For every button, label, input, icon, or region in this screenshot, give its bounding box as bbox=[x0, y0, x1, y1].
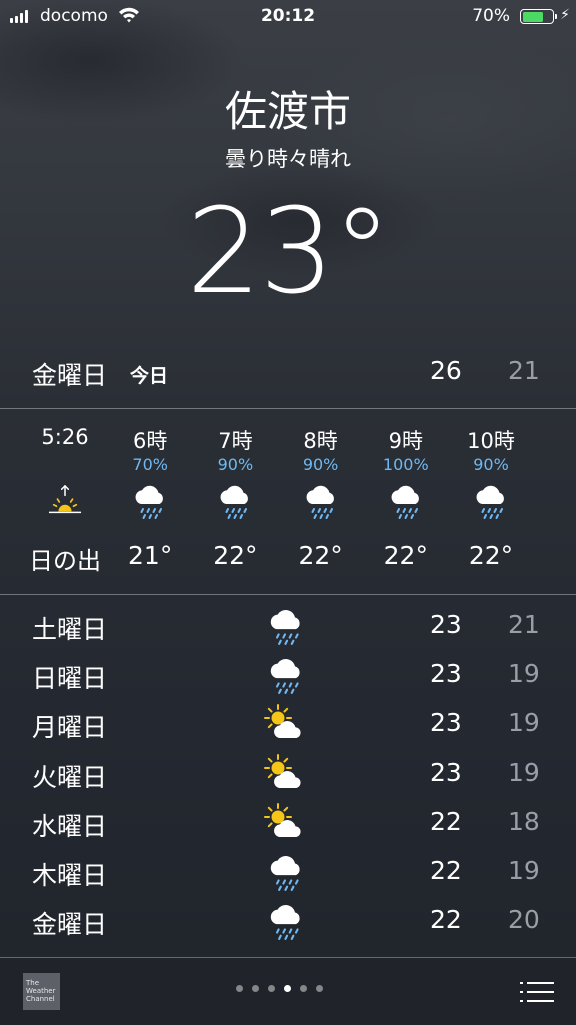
divider bbox=[0, 408, 576, 409]
hourly-time: 8時 bbox=[303, 429, 338, 453]
daily-high: 23 bbox=[430, 708, 462, 738]
daily-row: 水曜日 22 18 bbox=[0, 801, 576, 850]
daily-high: 22 bbox=[430, 856, 462, 885]
daily-row: 木曜日 22 19 bbox=[0, 850, 576, 899]
today-summary-row: 金曜日 今日 26 21 bbox=[0, 352, 576, 392]
today-day: 金曜日 bbox=[32, 361, 108, 390]
divider bbox=[0, 594, 576, 595]
rain-cloud-icon bbox=[304, 482, 338, 520]
daily-low: 20 bbox=[508, 905, 540, 935]
rain-cloud-icon bbox=[133, 482, 167, 520]
hourly-time: 10時 bbox=[467, 429, 515, 453]
page-dot[interactable] bbox=[284, 985, 291, 992]
daily-high: 23 bbox=[430, 610, 462, 639]
status-bar: docomo 20:12 70% ⚡ bbox=[0, 0, 576, 32]
today-low: 21 bbox=[508, 356, 540, 385]
rain-cloud-icon bbox=[264, 606, 308, 646]
daily-day-name: 土曜日 bbox=[32, 615, 108, 644]
daily-high: 23 bbox=[430, 757, 462, 787]
today-badge: 今日 bbox=[130, 365, 169, 387]
precipitation-chance: 90% bbox=[302, 455, 339, 474]
daily-day-name: 水曜日 bbox=[32, 811, 108, 841]
hourly-temperature: 22° bbox=[213, 541, 258, 570]
page-dot[interactable] bbox=[300, 985, 307, 992]
daily-high: 22 bbox=[430, 806, 462, 836]
precipitation-chance: 90% bbox=[217, 455, 254, 474]
hourly-time: 7時 bbox=[218, 429, 253, 453]
daily-high: 22 bbox=[430, 905, 462, 935]
daily-low: 18 bbox=[508, 806, 540, 836]
daily-low: 19 bbox=[508, 708, 540, 738]
city-list-icon[interactable] bbox=[520, 980, 554, 1004]
sunrise-icon bbox=[48, 482, 82, 520]
daily-row: 日曜日 23 19 bbox=[0, 653, 576, 702]
weather-channel-logo[interactable]: The Weather Channel bbox=[23, 973, 60, 1010]
daily-row: 土曜日 23 21 bbox=[0, 604, 576, 653]
page-dot[interactable] bbox=[236, 985, 243, 992]
weather-condition: 曇り時々晴れ bbox=[225, 147, 351, 171]
current-temperature: 23° bbox=[186, 182, 391, 320]
precipitation-chance: 90% bbox=[473, 455, 509, 474]
battery-percentage: 70% bbox=[472, 6, 510, 26]
page-indicator[interactable] bbox=[236, 985, 323, 992]
rain-cloud-icon bbox=[264, 655, 308, 695]
daily-row: 金曜日 22 20 bbox=[0, 899, 576, 948]
hourly-time: 9時 bbox=[388, 429, 423, 453]
daily-high: 23 bbox=[430, 659, 462, 689]
daily-low: 19 bbox=[508, 856, 540, 885]
daily-row: 月曜日 23 19 bbox=[0, 702, 576, 751]
precipitation-chance: 70% bbox=[132, 455, 168, 474]
hourly-temperature: 22° bbox=[298, 541, 343, 570]
daily-day-name: 火曜日 bbox=[32, 762, 108, 792]
bottom-toolbar: The Weather Channel bbox=[0, 957, 576, 1025]
battery-icon bbox=[520, 9, 557, 24]
daily-day-name: 金曜日 bbox=[32, 910, 108, 940]
charging-bolt-icon: ⚡ bbox=[560, 7, 570, 23]
rain-cloud-icon bbox=[218, 482, 252, 520]
rain-cloud-icon bbox=[389, 482, 423, 520]
rain-cloud-icon bbox=[264, 852, 308, 892]
hourly-temperature: 22° bbox=[468, 541, 514, 570]
precipitation-chance: 100% bbox=[382, 455, 429, 474]
hourly-temperature: 日の出 bbox=[29, 547, 101, 575]
daily-low: 21 bbox=[508, 610, 540, 639]
partly-cloudy-icon bbox=[264, 753, 308, 794]
today-high: 26 bbox=[430, 356, 462, 385]
city-name: 佐渡市 bbox=[224, 87, 351, 136]
rain-cloud-icon bbox=[474, 482, 508, 520]
page-dot[interactable] bbox=[252, 985, 259, 992]
battery-fill bbox=[522, 11, 543, 22]
hourly-temperature: 22° bbox=[383, 541, 428, 570]
partly-cloudy-icon bbox=[264, 802, 308, 843]
hourly-forecast[interactable]: 5:26 日の出 6時 70% 21° 7時 90% 22° 8時 90% 22° 9時 100% 22°… bbox=[0, 410, 576, 593]
daily-row: 火曜日 23 19 bbox=[0, 752, 576, 801]
hourly-time: 6時 bbox=[133, 429, 168, 453]
hourly-time: 5:26 bbox=[41, 425, 89, 449]
daily-low: 19 bbox=[508, 659, 540, 689]
hourly-temperature: 21° bbox=[128, 541, 173, 570]
daily-low: 19 bbox=[508, 757, 540, 787]
partly-cloudy-icon bbox=[264, 704, 308, 744]
daily-day-name: 月曜日 bbox=[32, 713, 108, 743]
page-dot[interactable] bbox=[268, 985, 275, 992]
page-dot[interactable] bbox=[316, 985, 323, 992]
rain-cloud-icon bbox=[264, 901, 308, 941]
daily-day-name: 木曜日 bbox=[32, 861, 108, 890]
daily-day-name: 日曜日 bbox=[32, 664, 108, 694]
